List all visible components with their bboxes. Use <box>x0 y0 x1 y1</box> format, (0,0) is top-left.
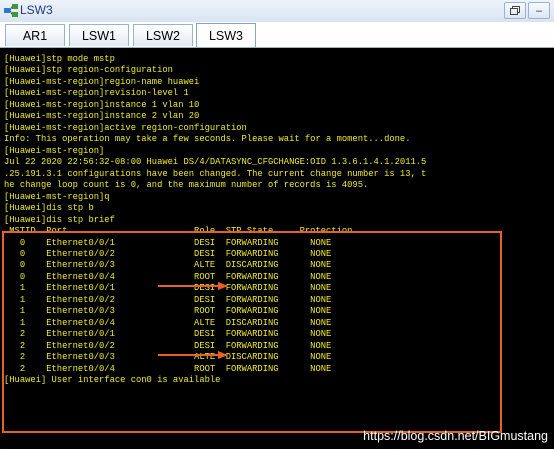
terminal-line: 0 Ethernet0/0/1 DESI FORWARDING NONE <box>4 237 332 248</box>
terminal-line: Jul 22 2020 22:56:32-08:00 Huawei DS/4/D… <box>4 157 427 168</box>
terminal-line: [Huawei]dis stp brief <box>4 214 115 225</box>
title-bar: LSW3 – <box>0 0 554 23</box>
terminal-line: [Huawei-mst-region]region-name huawei <box>4 76 200 87</box>
terminal-line: [Huawei-mst-region] <box>4 145 105 156</box>
terminal-line: [Huawei]stp mode mstp <box>4 54 115 64</box>
watermark: https://blog.csdn.net/BIGmustang <box>363 429 548 443</box>
terminal-line: 0 Ethernet0/0/3 ALTE DISCARDING NONE <box>4 260 332 271</box>
terminal-line: Info: This operation may take a few seco… <box>4 134 411 145</box>
terminal-console[interactable]: [Huawei]stp mode mstp [Huawei]stp region-… <box>0 48 554 449</box>
terminal-line: [Huawei]dis stp b <box>4 203 94 214</box>
terminal-line: MSTID Port Role STP State Protection <box>4 226 353 237</box>
terminal-line: 0 Ethernet0/0/4 ROOT FORWARDING NONE <box>4 271 332 282</box>
tab-lsw3[interactable]: LSW3 <box>196 23 256 47</box>
restore-icon <box>510 6 520 15</box>
terminal-line: 1 Ethernet0/0/3 ROOT FORWARDING NONE <box>4 306 332 317</box>
minimize-button[interactable]: – <box>528 2 550 19</box>
terminal-line: 1 Ethernet0/0/1 DESI FORWARDING NONE <box>4 283 332 294</box>
terminal-line: [Huawei-mst-region]q <box>4 191 110 202</box>
terminal-line: [Huawei-mst-region]instance 1 vlan 10 <box>4 99 200 110</box>
terminal-output: [Huawei]stp mode mstp [Huawei]stp region-… <box>4 54 426 387</box>
terminal-line: 2 Ethernet0/0/2 DESI FORWARDING NONE <box>4 340 332 351</box>
terminal-line: [Huawei-mst-region]active region-configu… <box>4 122 247 133</box>
terminal-line: 1 Ethernet0/0/4 ALTE DISCARDING NONE <box>4 317 332 328</box>
terminal-line: 2 Ethernet0/0/1 DESI FORWARDING NONE <box>4 329 332 340</box>
terminal-line: [Huawei]stp region-configuration <box>4 65 173 76</box>
tab-ar1[interactable]: AR1 <box>5 24 65 46</box>
tab-lsw2[interactable]: LSW2 <box>133 24 193 46</box>
terminal-line: [Huawei] User interface con0 is availabl… <box>4 375 221 386</box>
terminal-line: he change loop count is 0, and the maxim… <box>4 180 369 191</box>
window-title: LSW3 <box>20 3 53 17</box>
terminal-line: [Huawei-mst-region]instance 2 vlan 20 <box>4 111 200 122</box>
terminal-line: 1 Ethernet0/0/2 DESI FORWARDING NONE <box>4 294 332 305</box>
terminal-line: 2 Ethernet0/0/3 ALTE DISCARDING NONE <box>4 352 332 363</box>
tab-bar: AR1 LSW1 LSW2 LSW3 <box>0 22 554 48</box>
terminal-line: 2 Ethernet0/0/4 ROOT FORWARDING NONE <box>4 363 332 374</box>
terminal-line: [Huawei-mst-region]revision-level 1 <box>4 88 189 99</box>
window-controls: – <box>504 2 550 19</box>
app-icon <box>4 4 18 17</box>
restore-button[interactable] <box>504 2 526 19</box>
terminal-line: .25.191.3.1 configurations have been cha… <box>4 168 427 179</box>
tab-lsw1[interactable]: LSW1 <box>69 24 129 46</box>
terminal-line: 0 Ethernet0/0/2 DESI FORWARDING NONE <box>4 248 332 259</box>
